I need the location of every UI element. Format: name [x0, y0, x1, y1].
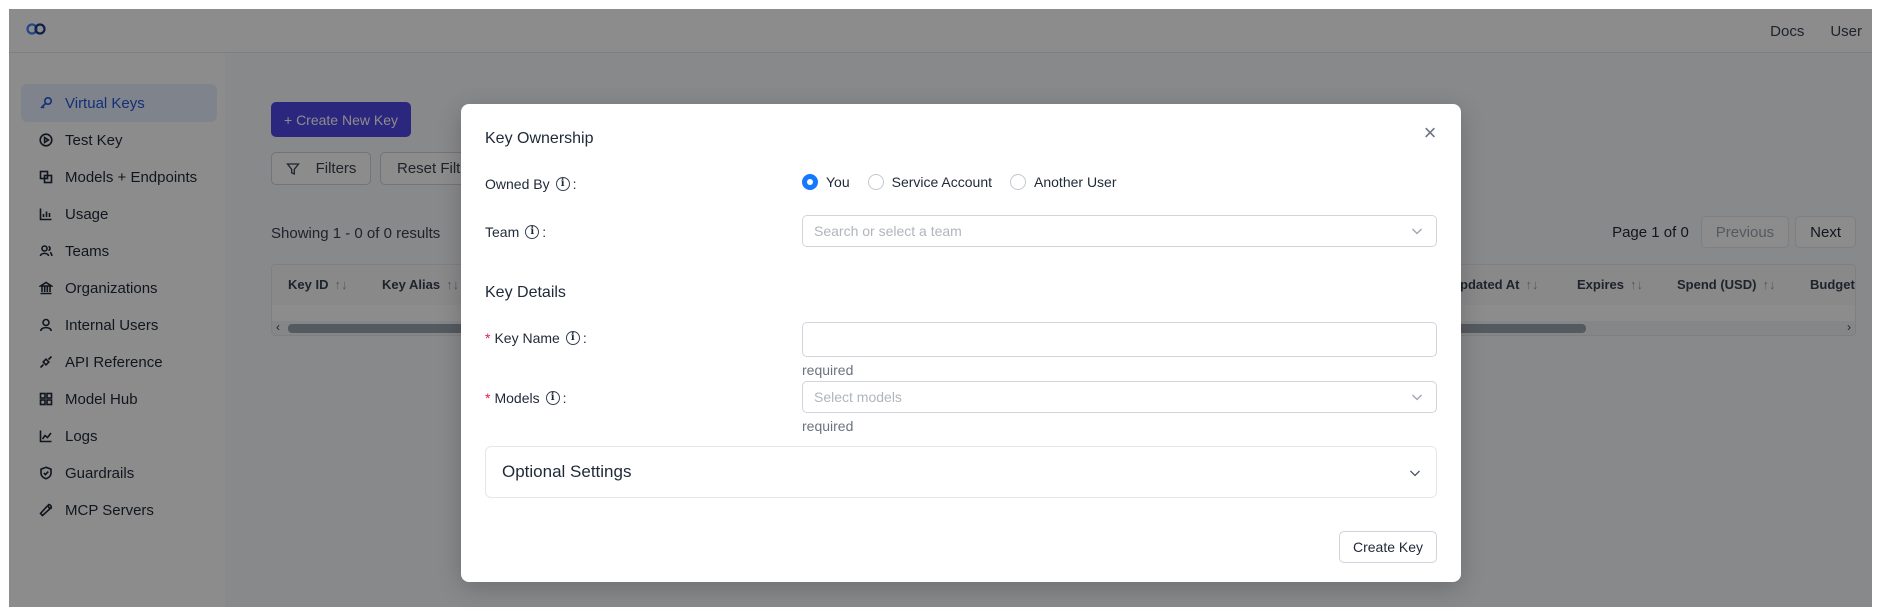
close-icon[interactable]: × [1419, 122, 1441, 144]
create-key-modal: × Key Ownership Owned By i : You Service… [461, 104, 1461, 582]
owner-option-you[interactable]: You [802, 174, 850, 190]
optional-settings-collapse[interactable]: Optional Settings [485, 446, 1437, 498]
radio-selected-icon[interactable] [802, 174, 818, 190]
key-name-required-hint: required [802, 362, 854, 378]
owned-by-label: Owned By i : [485, 176, 577, 192]
owner-option-service-account[interactable]: Service Account [867, 174, 992, 190]
models-label: * Models i : [485, 390, 567, 406]
chevron-down-icon [1410, 470, 1420, 477]
owner-option-another-user[interactable]: Another User [1010, 174, 1117, 190]
team-placeholder: Search or select a team [814, 223, 962, 239]
create-key-button[interactable]: Create Key [1339, 531, 1437, 563]
key-details-title: Key Details [485, 284, 566, 301]
optional-settings-label: Optional Settings [502, 462, 632, 481]
key-ownership-title: Key Ownership [485, 130, 594, 147]
team-select[interactable]: Search or select a team [802, 215, 1437, 247]
key-name-label: * Key Name i : [485, 330, 587, 346]
chevron-down-icon [1412, 228, 1422, 235]
owner-radio-group: You Service Account Another User [802, 174, 1135, 190]
info-icon[interactable]: i [565, 331, 580, 345]
team-label: Team i : [485, 224, 547, 240]
radio-icon[interactable] [1010, 174, 1027, 190]
models-select[interactable]: Select models [802, 381, 1437, 413]
required-mark: * [485, 330, 491, 346]
required-mark: * [485, 390, 491, 406]
chevron-down-icon [1412, 394, 1422, 401]
models-required-hint: required [802, 418, 854, 434]
radio-icon[interactable] [867, 174, 884, 190]
info-icon[interactable]: i [545, 391, 560, 405]
info-icon[interactable]: i [555, 177, 570, 191]
models-placeholder: Select models [814, 389, 902, 405]
key-name-input[interactable] [802, 322, 1437, 357]
info-icon[interactable]: i [525, 225, 540, 239]
